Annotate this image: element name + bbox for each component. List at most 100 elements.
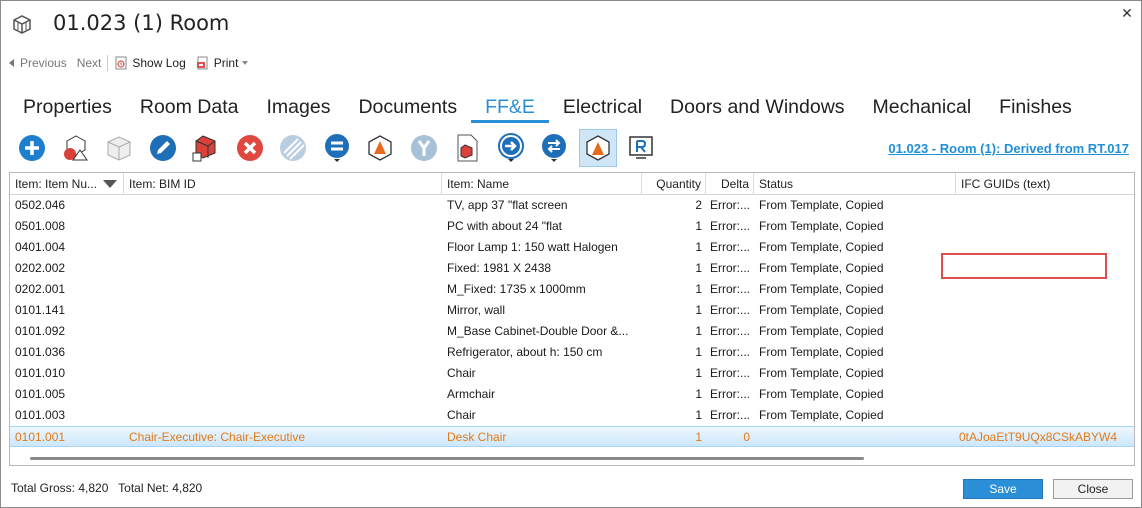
add-box-icon: [107, 136, 131, 161]
quantity-cell: 1: [695, 324, 702, 338]
status-cell: [754, 427, 956, 448]
delta-cell: Error:...: [709, 303, 750, 317]
tab-documents[interactable]: Documents: [344, 93, 471, 123]
save-button[interactable]: Save: [963, 479, 1043, 499]
item-name-cell: PC with about 24 "flat: [447, 219, 562, 233]
tab-room-data[interactable]: Room Data: [126, 93, 253, 123]
arrow-right-dropdown-button[interactable]: [492, 129, 530, 167]
quantity-cell: 1: [695, 366, 702, 380]
bim-id-cell: [124, 216, 442, 237]
bim-id-cell: [124, 342, 442, 363]
previous-label: Previous: [20, 56, 67, 70]
object-document-button[interactable]: [448, 129, 486, 167]
close-button[interactable]: Close: [1053, 479, 1133, 499]
revit-link-button[interactable]: [622, 129, 660, 167]
item-name-cell: Floor Lamp 1: 150 watt Halogen: [447, 240, 618, 254]
item-number-cell: 0501.008: [15, 219, 66, 233]
item-number-cell: 0101.001: [15, 430, 66, 444]
title-bar: 01.023 (1) Room ✕: [1, 1, 1141, 47]
delta-cell: 0: [743, 430, 750, 444]
table-row[interactable]: 0101.092 M_Base Cabinet-Double Door &... 1…: [10, 321, 1134, 342]
next-button[interactable]: Next: [77, 56, 102, 70]
show-log-button[interactable]: Show Log: [114, 56, 186, 70]
merge-button[interactable]: [405, 129, 443, 167]
sync-dropdown-icon: [542, 134, 566, 162]
ifc-guid-cell: 0tAJoaEtT9UQx8CSkABYW4: [959, 430, 1118, 444]
column-header-status[interactable]: Status: [754, 173, 956, 195]
bim-id-cell: [124, 405, 442, 426]
delta-cell: Error:...: [709, 261, 750, 275]
ifc-guid-cell: [956, 342, 1134, 363]
totals-text: Total Gross: 4,820 Total Net: 4,820: [11, 481, 203, 495]
add-shapes-button[interactable]: [57, 129, 95, 167]
column-header-name[interactable]: Item: Name: [442, 173, 642, 195]
item-name-cell: Chair: [447, 408, 476, 422]
add-button[interactable]: [13, 129, 51, 167]
quantity-cell: 1: [695, 219, 702, 233]
bim-id-cell: Chair-Executive: Chair-Executive: [129, 430, 306, 444]
delta-cell: Error:...: [709, 366, 750, 380]
revit-object-button[interactable]: [361, 129, 399, 167]
column-header-item-number-label: Item: Item Nu...: [15, 177, 98, 191]
hatch-button[interactable]: [274, 129, 312, 167]
horizontal-scrollbar[interactable]: [30, 457, 864, 460]
table-row[interactable]: 0202.002 Fixed: 1981 X 2438 1 Error:... From…: [10, 258, 1134, 279]
table-row[interactable]: 0501.008 PC with about 24 "flat 1 Error:...…: [10, 216, 1134, 237]
table-row[interactable]: 0101.003 Chair 1 Error:... From Template, Co…: [10, 405, 1134, 426]
print-button[interactable]: Print: [196, 56, 249, 70]
delete-button[interactable]: [231, 129, 269, 167]
ifc-guid-cell: [956, 195, 1134, 216]
delta-cell: Error:...: [709, 240, 750, 254]
edit-button[interactable]: [144, 129, 182, 167]
item-name-cell: M_Base Cabinet-Double Door &...: [447, 324, 629, 338]
close-window-icon[interactable]: ✕: [1119, 5, 1135, 21]
add-box-button[interactable]: [100, 129, 138, 167]
tab-mechanical[interactable]: Mechanical: [859, 93, 986, 123]
tab-images[interactable]: Images: [253, 93, 345, 123]
add-3d-object-button[interactable]: [187, 129, 225, 167]
bim-id-cell: [124, 384, 442, 405]
item-name-cell: Armchair: [447, 387, 496, 401]
bim-id-cell: [124, 321, 442, 342]
table-row[interactable]: 0101.141 Mirror, wall 1 Error:... From Templ…: [10, 300, 1134, 321]
column-header-quantity[interactable]: Quantity: [642, 173, 706, 195]
table-row[interactable]: 0202.001 M_Fixed: 1735 x 1000mm 1 Error:...…: [10, 279, 1134, 300]
previous-arrow-icon: [9, 59, 14, 67]
table-row[interactable]: 0401.004 Floor Lamp 1: 150 watt Halogen 1 E…: [10, 237, 1134, 258]
toolbar-separator: [107, 55, 109, 71]
ifc-guid-cell: [956, 237, 1134, 258]
tab-doors-and-windows[interactable]: Doors and Windows: [656, 93, 859, 123]
column-header-bim-id[interactable]: Item: BIM ID: [124, 173, 442, 195]
room-window: 01.023 (1) Room ✕ Previous Next Show Log: [0, 0, 1142, 508]
show-in-revit-button[interactable]: [578, 129, 617, 167]
column-header-ifc-guids[interactable]: IFC GUIDs (text): [956, 173, 1134, 195]
tab-properties[interactable]: Properties: [9, 93, 126, 123]
ifc-guid-cell: [956, 405, 1134, 426]
tab-electrical[interactable]: Electrical: [549, 93, 656, 123]
quantity-cell: 1: [695, 303, 702, 317]
table-row[interactable]: 0502.046 TV, app 37 "flat screen 2 Error:..…: [10, 195, 1134, 216]
status-cell: From Template, Copied: [759, 303, 884, 317]
table-row[interactable]: 0101.010 Chair 1 Error:... From Template, Co…: [10, 363, 1134, 384]
derived-from-template-link[interactable]: 01.023 - Room (1): Derived from RT.017: [888, 141, 1129, 156]
print-dropdown-icon[interactable]: [242, 61, 249, 65]
column-header-item-number[interactable]: Item: Item Nu...: [10, 173, 124, 195]
previous-button[interactable]: Previous: [9, 56, 67, 70]
ifc-guid-cell: [956, 216, 1134, 237]
tab-bar: Properties Room Data Images Documents FF…: [9, 93, 1086, 123]
table-row[interactable]: 0101.005 Armchair 1 Error:... From Template,…: [10, 384, 1134, 405]
table-row-selected[interactable]: 0101.001 Chair-Executive: Chair-Executive…: [10, 426, 1134, 447]
sync-dropdown-button[interactable]: [535, 129, 573, 167]
item-number-cell: 0502.046: [15, 198, 66, 212]
status-cell: From Template, Copied: [759, 324, 884, 338]
delta-cell: Error:...: [709, 219, 750, 233]
equals-dropdown-button[interactable]: [318, 129, 356, 167]
item-name-cell: M_Fixed: 1735 x 1000mm: [447, 282, 586, 296]
delta-cell: Error:...: [709, 198, 750, 212]
table-row[interactable]: 0101.036 Refrigerator, about h: 150 cm 1 Er…: [10, 342, 1134, 363]
delta-cell: Error:...: [709, 324, 750, 338]
tab-finishes[interactable]: Finishes: [985, 93, 1086, 123]
column-header-delta[interactable]: Delta: [706, 173, 754, 195]
tab-ffe[interactable]: FF&E: [471, 93, 549, 123]
item-number-cell: 0101.141: [15, 303, 66, 317]
